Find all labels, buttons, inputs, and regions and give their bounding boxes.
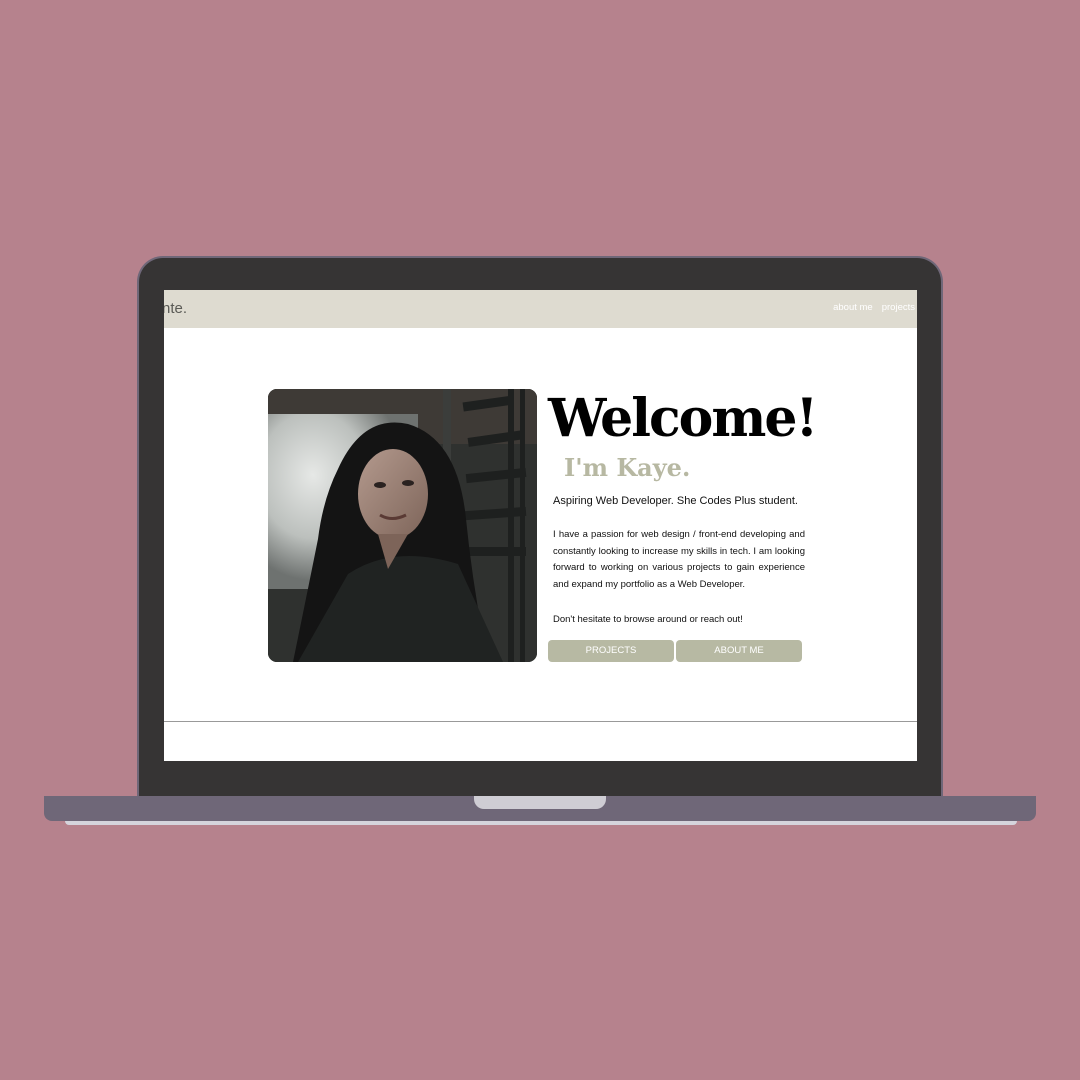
cta-text: Don't hesitate to browse around or reach… — [553, 614, 743, 625]
about-me-button[interactable]: ABOUT ME — [676, 640, 802, 662]
laptop-base-lip — [65, 821, 1017, 825]
section-divider — [164, 721, 917, 722]
brand-logo[interactable]: nte. — [164, 300, 187, 317]
bio-paragraph: I have a passion for web design / front-… — [553, 529, 805, 590]
laptop-screen: nte. about me projects Welcome! I'm Kaye… — [164, 290, 917, 761]
nav-link-projects[interactable]: projects — [882, 302, 915, 313]
projects-button[interactable]: PROJECTS — [548, 640, 674, 662]
welcome-heading: Welcome! — [548, 388, 818, 449]
nav-links: about me projects — [833, 302, 915, 313]
intro-name: I'm Kaye. — [564, 453, 691, 482]
tagline: Aspiring Web Developer. She Codes Plus s… — [553, 495, 798, 507]
navbar: nte. about me projects — [164, 290, 917, 328]
profile-photo — [268, 389, 537, 662]
nav-link-about-me[interactable]: about me — [833, 302, 873, 313]
laptop-notch — [474, 796, 606, 809]
portrait-photo-icon — [268, 389, 537, 662]
